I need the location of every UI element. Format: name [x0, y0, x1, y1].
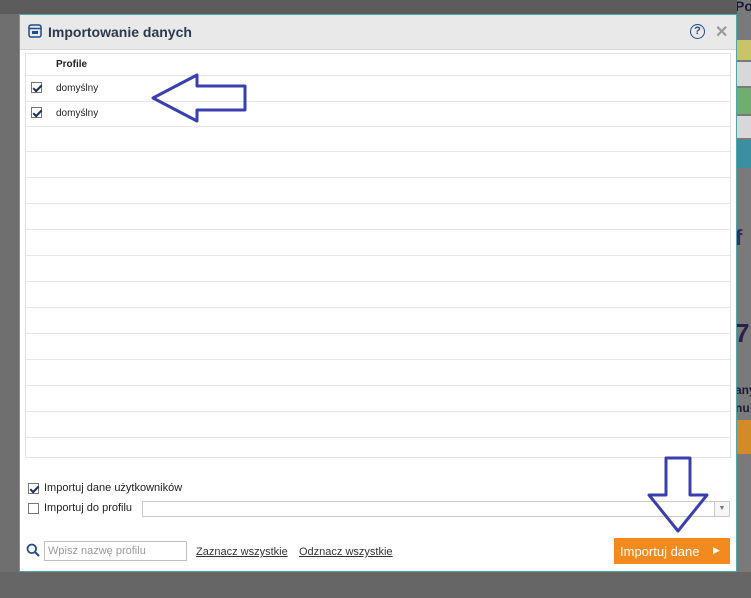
- background-text-fragment: Podsum: [737, 0, 751, 14]
- select-all-link[interactable]: Zaznacz wszystkie: [196, 546, 288, 558]
- empty-row: [26, 282, 730, 308]
- empty-row: [26, 126, 730, 152]
- empty-row: [26, 204, 730, 230]
- empty-row: [26, 178, 730, 204]
- help-button[interactable]: ?: [690, 24, 705, 39]
- table-row[interactable]: domyślny: [26, 76, 730, 102]
- deselect-all-link[interactable]: Odznacz wszystkie: [299, 546, 393, 558]
- empty-row: [26, 152, 730, 178]
- target-profile-select[interactable]: ▼: [142, 501, 730, 517]
- dialog-title: Importowanie danych: [48, 24, 192, 40]
- profile-search-input[interactable]: [44, 541, 187, 561]
- background-text-fragment: 7: [737, 318, 750, 348]
- background-text-fragment: any: [737, 383, 751, 397]
- background-bottom-bar: [0, 572, 751, 598]
- background-page-right: Podsum f 7 any nu: [737, 0, 751, 598]
- empty-row: [26, 360, 730, 386]
- column-header-profile: Profile: [56, 59, 88, 70]
- left-arrow-annotation: [151, 73, 247, 123]
- search-icon: [26, 543, 40, 557]
- import-data-button[interactable]: Importuj dane ▶: [614, 538, 730, 564]
- dialog-titlebar: Importowanie danych ? ✕: [20, 15, 736, 50]
- empty-row: [26, 308, 730, 334]
- background-top-bar: [0, 0, 751, 14]
- empty-row: [26, 412, 730, 438]
- chevron-down-icon[interactable]: ▼: [714, 502, 729, 516]
- table-header: Profile: [26, 54, 730, 76]
- table-row[interactable]: domyślny: [26, 101, 730, 127]
- profiles-table: Profile domyślny domyślny: [25, 53, 731, 458]
- row-profile-name: domyślny: [56, 83, 99, 94]
- import-to-profile-label: Importuj do profilu: [44, 502, 133, 514]
- empty-row: [26, 334, 730, 360]
- import-to-profile-checkbox[interactable]: [28, 503, 39, 514]
- background-text-fragment: nu: [737, 401, 750, 415]
- empty-row: [26, 386, 730, 412]
- row-checkbox[interactable]: [31, 107, 42, 118]
- close-button[interactable]: ✕: [715, 22, 728, 42]
- row-profile-name: domyślny: [56, 108, 99, 119]
- import-users-label: Importuj dane użytkowników: [44, 482, 183, 494]
- play-arrow-icon: ▶: [713, 545, 720, 555]
- import-button-label: Importuj dane: [620, 544, 700, 559]
- window-icon: [28, 24, 42, 38]
- down-arrow-annotation: [647, 456, 709, 533]
- import-users-checkbox[interactable]: [28, 483, 39, 494]
- background-text-fragment: f: [737, 225, 743, 250]
- empty-row: [26, 256, 730, 282]
- empty-row: [26, 230, 730, 256]
- row-checkbox[interactable]: [31, 82, 42, 93]
- import-data-dialog: Importowanie danych ? ✕ Profile domyślny…: [19, 14, 737, 572]
